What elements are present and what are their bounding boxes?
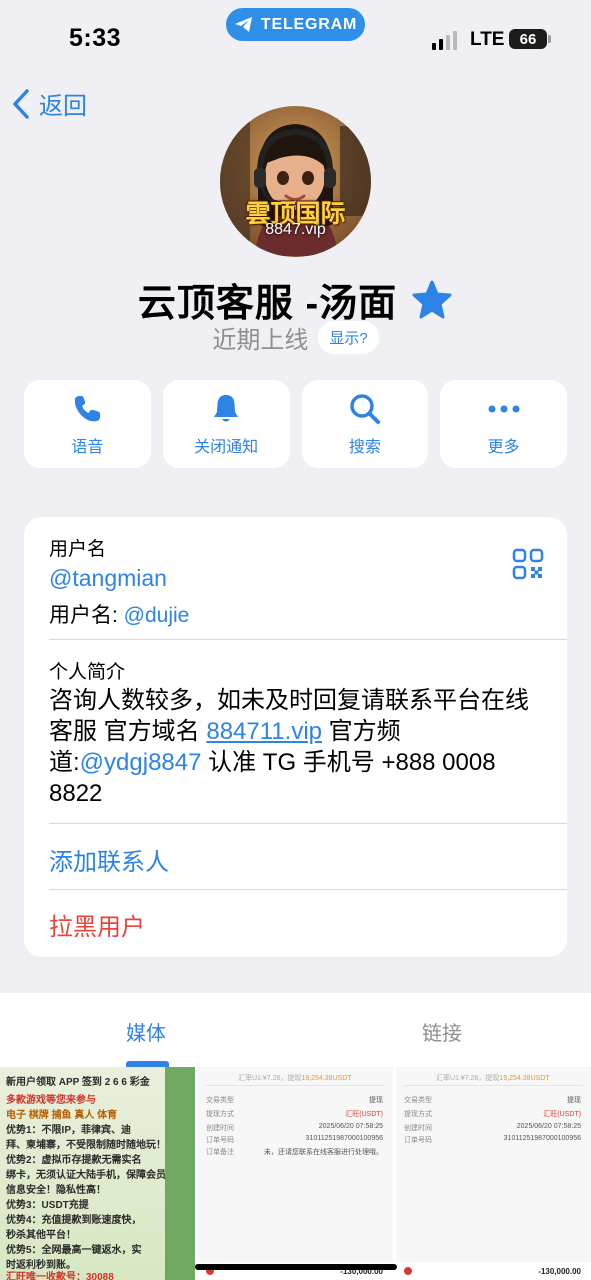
- more-icon: [487, 392, 521, 426]
- bio-domain-link[interactable]: 884711.vip: [206, 718, 322, 745]
- last-seen-status: 近期上线: [212, 327, 309, 354]
- network-type: LTE: [470, 29, 505, 50]
- call-label: 语音: [71, 438, 104, 456]
- telegram-return-pill[interactable]: TELEGRAM: [226, 8, 365, 41]
- alt-username-value[interactable]: @dujie: [124, 604, 190, 627]
- username-value[interactable]: @tangmian: [49, 565, 167, 592]
- media-thumb-record-1[interactable]: 汇率U1:¥7.26，提现19,254.38USDT 交易类型 提现 提现方式 …: [198, 1067, 393, 1280]
- search-label: 搜索: [348, 438, 381, 456]
- battery-icon: 66: [509, 29, 547, 49]
- bio-channel-link[interactable]: @ydgj8847: [80, 749, 202, 776]
- bio-label: 个人简介: [49, 662, 126, 683]
- media-grid: 新用户领取 APP 签到 2 6 6 彩金 多款游戏等您来参与 电子 棋牌 捕鱼…: [0, 1067, 591, 1280]
- block-user-button[interactable]: 拉黑用户: [49, 907, 145, 942]
- shared-media-panel: 媒体 链接 新用户领取 APP 签到 2 6 6 彩金 多款游戏等您来参与 电子…: [0, 993, 591, 1280]
- more-button[interactable]: 更多: [440, 380, 567, 468]
- alt-username-row: 用户名: @dujie: [49, 599, 189, 629]
- tab-links[interactable]: 链接: [422, 1017, 462, 1046]
- battery-tip: [548, 35, 551, 43]
- cell-signal-icon: [432, 31, 457, 50]
- divider: [49, 823, 567, 824]
- media-thumb-record-2[interactable]: 汇率U1:¥7.26，提现19,254.38USDT 交易类型 提现 提现方式 …: [396, 1067, 591, 1280]
- chevron-left-icon: [13, 88, 29, 119]
- mute-label: 关闭通知: [194, 438, 259, 456]
- bio-text: 咨询人数较多，如未及时回复请联系平台在线客服 官方域名 884711.vip 官…: [49, 685, 539, 809]
- back-label: 返回: [39, 93, 87, 120]
- telegram-plane-icon: [234, 17, 252, 32]
- avatar-brand-url: 8847.vip: [265, 221, 326, 238]
- search-button[interactable]: 搜索: [301, 380, 429, 468]
- bell-icon: [212, 392, 240, 426]
- media-thumb-promo[interactable]: 新用户领取 APP 签到 2 6 6 彩金 多款游戏等您来参与 电子 棋牌 捕鱼…: [0, 1067, 195, 1280]
- phone-icon: [72, 392, 102, 426]
- call-button[interactable]: 语音: [24, 380, 151, 468]
- show-last-seen-button[interactable]: 显示?: [318, 321, 379, 354]
- back-button[interactable]: 返回: [12, 86, 87, 121]
- status-time: 5:33: [69, 24, 122, 52]
- profile-info-card: 用户名 @tangmian 用户名: @dujie 个人简介 咨询人数较多，如未…: [24, 517, 567, 957]
- telegram-pill-label: TELEGRAM: [260, 15, 358, 33]
- alt-username-prefix: 用户名:: [49, 604, 124, 627]
- mute-button[interactable]: 关闭通知: [162, 380, 290, 468]
- divider: [49, 889, 567, 890]
- search-icon: [349, 392, 381, 426]
- qr-code-icon[interactable]: [512, 548, 544, 585]
- tab-media[interactable]: 媒体: [126, 1017, 166, 1046]
- add-contact-button[interactable]: 添加联系人: [49, 842, 169, 877]
- profile-name: 云顶客服 -汤面: [137, 283, 398, 325]
- divider: [49, 639, 567, 640]
- username-label: 用户名: [49, 539, 107, 560]
- profile-avatar[interactable]: 雲顶国际 8847.vip: [220, 106, 371, 257]
- more-label: 更多: [487, 438, 520, 456]
- premium-star-icon[interactable]: [411, 280, 453, 320]
- home-indicator: [195, 1264, 397, 1270]
